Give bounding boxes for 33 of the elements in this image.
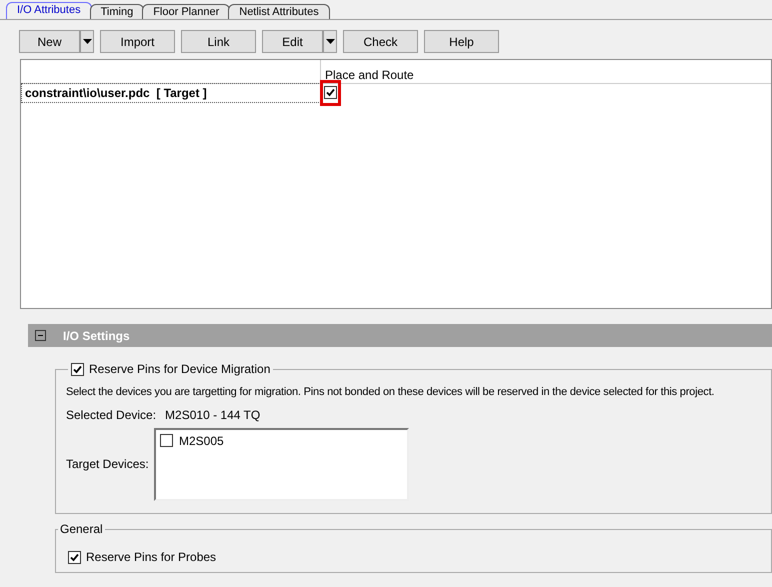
tab[interactable]: Timing [90,4,144,19]
tab[interactable]: Floor Planner [142,4,230,19]
checkmark-icon [73,364,82,374]
section-title: I/O Settings [63,328,130,344]
checkbox-label: Reserve Pins for Device Migration [89,361,270,378]
checkbox-label: Reserve Pins for Probes [86,549,216,566]
caret-icon [82,39,92,44]
toolbar-button[interactable]: Link [181,30,256,53]
caret-icon [326,39,334,44]
toolbar-button[interactable]: Import [100,30,175,53]
dropdown-button[interactable] [80,30,94,53]
field-label: Target Devices: [66,456,150,473]
checkbox[interactable] [71,362,84,376]
toolbar-button[interactable]: Help [424,30,499,53]
toolbar-button[interactable]: Check [343,30,418,53]
description-text: Select the devices you are targetting for migration. Pins not bonded on these devices will be reserved in the device selected for this project. [66,385,716,400]
group-title: General [59,521,104,538]
field-label: Selected Device: [66,406,156,424]
dropdown-button[interactable] [323,30,337,53]
tab[interactable]: I/O Attributes [6,2,92,19]
checkbox[interactable] [324,86,337,99]
field-value: M2S010 - 144 TQ [165,406,260,424]
toolbar-button[interactable]: New [19,30,80,53]
toolbar-button[interactable]: Edit [262,30,323,53]
table-cell: constraint\io\user.pdc [ Target ] [21,83,321,103]
tab[interactable]: Netlist Attributes [228,4,330,19]
column-header: Place and Route [324,67,414,83]
checkmark-icon [70,552,79,562]
checkmark-icon [326,88,335,97]
collapse-icon[interactable] [35,330,46,341]
checkbox[interactable] [160,434,173,447]
checkbox[interactable] [68,550,81,564]
list-item[interactable]: M2S005 [179,432,224,450]
